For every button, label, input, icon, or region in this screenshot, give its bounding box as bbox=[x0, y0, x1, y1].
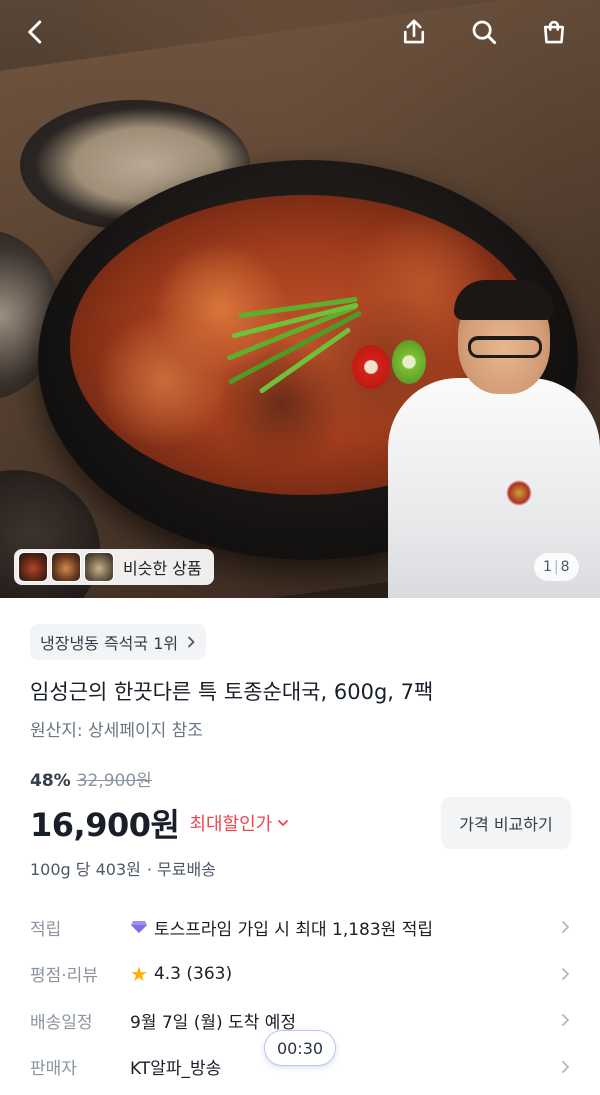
points-value: 토스프라임 가입 시 최대 1,183원 적립 bbox=[154, 919, 434, 940]
max-discount-toggle[interactable]: 최대할인가 bbox=[189, 810, 290, 836]
seller-label: 판매자 bbox=[30, 1059, 77, 1080]
chevron-right-icon bbox=[562, 1014, 569, 1027]
delivery-label: 배송일정 bbox=[30, 1012, 93, 1033]
rating-label: 평점·리뷰 bbox=[30, 966, 98, 987]
red-pepper-slice bbox=[352, 345, 390, 389]
price-row: 16,900원 최대할인가 bbox=[30, 800, 290, 846]
origin-info: 원산지: 상세페이지 참조 bbox=[30, 721, 203, 741]
similar-product-thumbnail bbox=[51, 552, 81, 582]
rating-row[interactable]: 평점·리뷰 ★ 4.3 (363) bbox=[0, 951, 600, 998]
seller-value: KT알파_방송 bbox=[130, 1059, 222, 1080]
price-compare-button[interactable]: 가격 비교하기 bbox=[441, 797, 571, 849]
original-price: 32,900원 bbox=[76, 771, 152, 791]
pager-total: 8 bbox=[560, 559, 570, 575]
chef-glasses bbox=[468, 336, 542, 358]
chef-emblem bbox=[506, 480, 532, 506]
delivery-value: 9월 7일 (월) 도착 예정 bbox=[130, 1012, 296, 1033]
similar-product-thumbnail bbox=[18, 552, 48, 582]
search-icon bbox=[472, 20, 497, 45]
chevron-right-icon bbox=[562, 1060, 569, 1073]
product-title: 임성근의 한끗다른 특 토종순대국, 600g, 7팩 bbox=[30, 680, 434, 704]
similar-products-label: 비슷한 상품 bbox=[123, 559, 202, 578]
similar-products-button[interactable]: 비슷한 상품 bbox=[14, 549, 214, 585]
points-row[interactable]: 적립 토스프라임 가입 시 최대 1,183원 적립 bbox=[0, 904, 600, 951]
category-rank-chip[interactable]: 냉장냉동 즉석국 1위 bbox=[30, 624, 207, 660]
category-rank-label: 냉장냉동 즉석국 1위 bbox=[40, 634, 179, 653]
share-button[interactable] bbox=[394, 12, 434, 52]
pager-separator: | bbox=[553, 559, 559, 575]
chevron-right-icon bbox=[562, 967, 569, 980]
chef-photo bbox=[388, 280, 600, 598]
chevron-right-icon bbox=[562, 921, 569, 934]
shopping-bag-icon bbox=[543, 20, 565, 44]
image-pager-indicator: 1 | 8 bbox=[534, 553, 579, 581]
product-hero-image[interactable]: 비슷한 상품 1 | 8 bbox=[0, 0, 600, 598]
search-button[interactable] bbox=[464, 12, 504, 52]
back-button[interactable] bbox=[16, 12, 56, 52]
unit-price: 100g 당 403원 bbox=[30, 860, 141, 879]
top-navigation-bar bbox=[0, 0, 600, 64]
discount-rate: 48% bbox=[30, 771, 71, 791]
star-icon: ★ bbox=[130, 961, 148, 986]
discount-row: 48% 32,900원 bbox=[30, 766, 152, 791]
unit-price-row: 100g 당 403원 · 무료배송 bbox=[30, 856, 216, 880]
pager-current: 1 bbox=[543, 559, 552, 575]
chevron-left-icon bbox=[28, 20, 42, 44]
toss-prime-gem-icon bbox=[131, 921, 147, 934]
chef-hair bbox=[454, 280, 554, 320]
chevron-right-icon bbox=[188, 636, 195, 648]
max-discount-label: 최대할인가 bbox=[189, 814, 273, 835]
rating-value: 4.3 (363) bbox=[153, 963, 233, 984]
shipping-info: · 무료배송 bbox=[146, 860, 216, 879]
chevron-down-icon bbox=[278, 820, 289, 826]
floating-timer-badge[interactable]: 00:30 bbox=[264, 1030, 336, 1066]
share-icon bbox=[403, 19, 425, 44]
cart-button[interactable] bbox=[534, 12, 574, 52]
similar-product-thumbnail bbox=[84, 552, 114, 582]
sale-price: 16,900원 bbox=[30, 806, 180, 844]
points-label: 적립 bbox=[30, 919, 62, 940]
